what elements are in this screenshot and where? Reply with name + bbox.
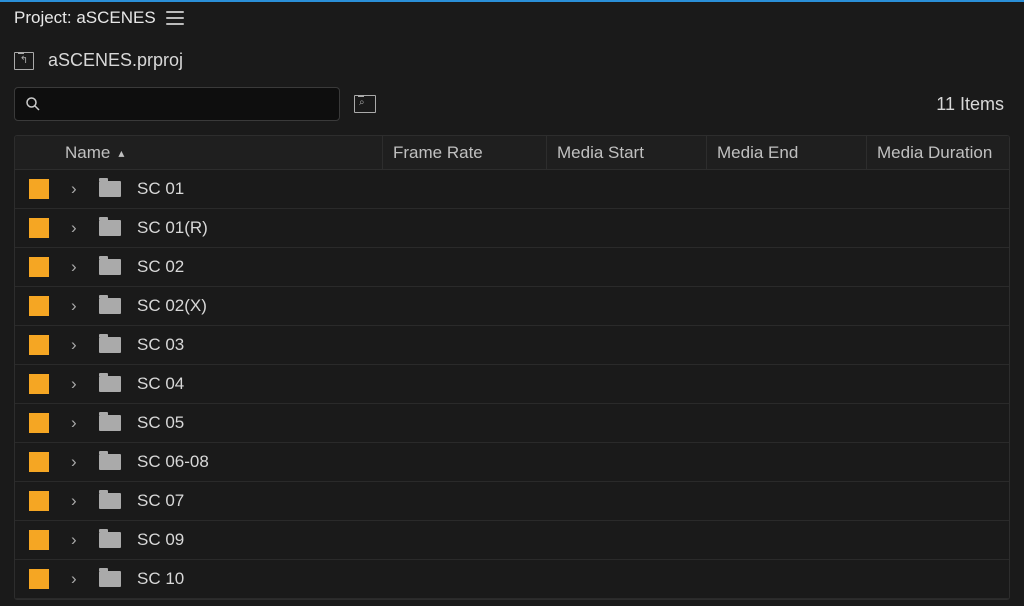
bin-name: SC 01 — [137, 179, 1009, 199]
panel-title: Project: aSCENES — [14, 8, 156, 28]
chevron-right-icon[interactable]: › — [71, 257, 87, 277]
column-header-media-end-label: Media End — [717, 143, 798, 163]
chevron-right-icon[interactable]: › — [71, 569, 87, 589]
folder-icon — [99, 571, 121, 587]
folder-icon — [99, 220, 121, 236]
folder-icon — [99, 454, 121, 470]
project-table: Name ▴ Frame Rate Media Start Media End … — [14, 135, 1010, 600]
table-row[interactable]: › SC 04 — [15, 365, 1009, 404]
bin-name: SC 05 — [137, 413, 1009, 433]
project-file-row: ↰ aSCENES.prproj — [0, 36, 1024, 81]
folder-icon — [99, 337, 121, 353]
table-row[interactable]: › SC 01 — [15, 170, 1009, 209]
column-header-media-duration-label: Media Duration — [877, 143, 992, 163]
bin-name: SC 02 — [137, 257, 1009, 277]
bin-name: SC 01(R) — [137, 218, 1009, 238]
item-count: 11 Items — [936, 94, 1010, 115]
new-search-bin-icon[interactable]: ⌕ — [354, 95, 376, 113]
bin-name: SC 07 — [137, 491, 1009, 511]
folder-icon — [99, 532, 121, 548]
column-header-media-end[interactable]: Media End — [707, 136, 867, 169]
bin-name: SC 10 — [137, 569, 1009, 589]
column-header-media-start-label: Media Start — [557, 143, 644, 163]
color-label-chip[interactable] — [29, 296, 49, 316]
folder-icon — [99, 376, 121, 392]
color-label-chip[interactable] — [29, 530, 49, 550]
column-header-name[interactable]: Name ▴ — [15, 136, 383, 169]
color-label-chip[interactable] — [29, 491, 49, 511]
chevron-right-icon[interactable]: › — [71, 335, 87, 355]
table-row[interactable]: › SC 10 — [15, 560, 1009, 599]
chevron-right-icon[interactable]: › — [71, 452, 87, 472]
chevron-right-icon[interactable]: › — [71, 491, 87, 511]
sort-ascending-icon: ▴ — [118, 146, 124, 160]
folder-icon — [99, 298, 121, 314]
column-header-frame-rate[interactable]: Frame Rate — [383, 136, 547, 169]
color-label-chip[interactable] — [29, 569, 49, 589]
color-label-chip[interactable] — [29, 179, 49, 199]
bin-name: SC 02(X) — [137, 296, 1009, 316]
chevron-right-icon[interactable]: › — [71, 179, 87, 199]
table-header: Name ▴ Frame Rate Media Start Media End … — [15, 136, 1009, 170]
table-row[interactable]: › SC 06-08 — [15, 443, 1009, 482]
color-label-chip[interactable] — [29, 374, 49, 394]
project-file-name: aSCENES.prproj — [48, 50, 183, 71]
bin-name: SC 04 — [137, 374, 1009, 394]
chevron-right-icon[interactable]: › — [71, 296, 87, 316]
table-row[interactable]: › SC 03 — [15, 326, 1009, 365]
bin-name: SC 03 — [137, 335, 1009, 355]
up-folder-icon[interactable]: ↰ — [14, 52, 34, 70]
table-row[interactable]: › SC 01(R) — [15, 209, 1009, 248]
chevron-right-icon[interactable]: › — [71, 218, 87, 238]
chevron-right-icon[interactable]: › — [71, 530, 87, 550]
folder-icon — [99, 181, 121, 197]
color-label-chip[interactable] — [29, 452, 49, 472]
color-label-chip[interactable] — [29, 218, 49, 238]
folder-icon — [99, 493, 121, 509]
column-header-media-duration[interactable]: Media Duration — [867, 136, 1009, 169]
column-header-name-label: Name — [65, 143, 110, 163]
folder-icon — [99, 415, 121, 431]
bin-name: SC 06-08 — [137, 452, 1009, 472]
chevron-right-icon[interactable]: › — [71, 413, 87, 433]
table-row[interactable]: › SC 02(X) — [15, 287, 1009, 326]
table-body: › SC 01 › SC 01(R) › SC 02 › SC 02(X) › SC 03 › SC … — [15, 170, 1009, 599]
search-box[interactable] — [14, 87, 340, 121]
color-label-chip[interactable] — [29, 335, 49, 355]
color-label-chip[interactable] — [29, 413, 49, 433]
column-header-media-start[interactable]: Media Start — [547, 136, 707, 169]
table-row[interactable]: › SC 09 — [15, 521, 1009, 560]
toolbar: ⌕ 11 Items — [0, 81, 1024, 135]
table-row[interactable]: › SC 02 — [15, 248, 1009, 287]
panel-header: Project: aSCENES — [0, 2, 1024, 36]
table-row[interactable]: › SC 05 — [15, 404, 1009, 443]
column-header-frame-rate-label: Frame Rate — [393, 143, 483, 163]
panel-menu-icon[interactable] — [166, 11, 184, 25]
table-row[interactable]: › SC 07 — [15, 482, 1009, 521]
search-input[interactable] — [41, 96, 339, 113]
bin-name: SC 09 — [137, 530, 1009, 550]
search-icon — [25, 96, 41, 112]
color-label-chip[interactable] — [29, 257, 49, 277]
folder-icon — [99, 259, 121, 275]
chevron-right-icon[interactable]: › — [71, 374, 87, 394]
